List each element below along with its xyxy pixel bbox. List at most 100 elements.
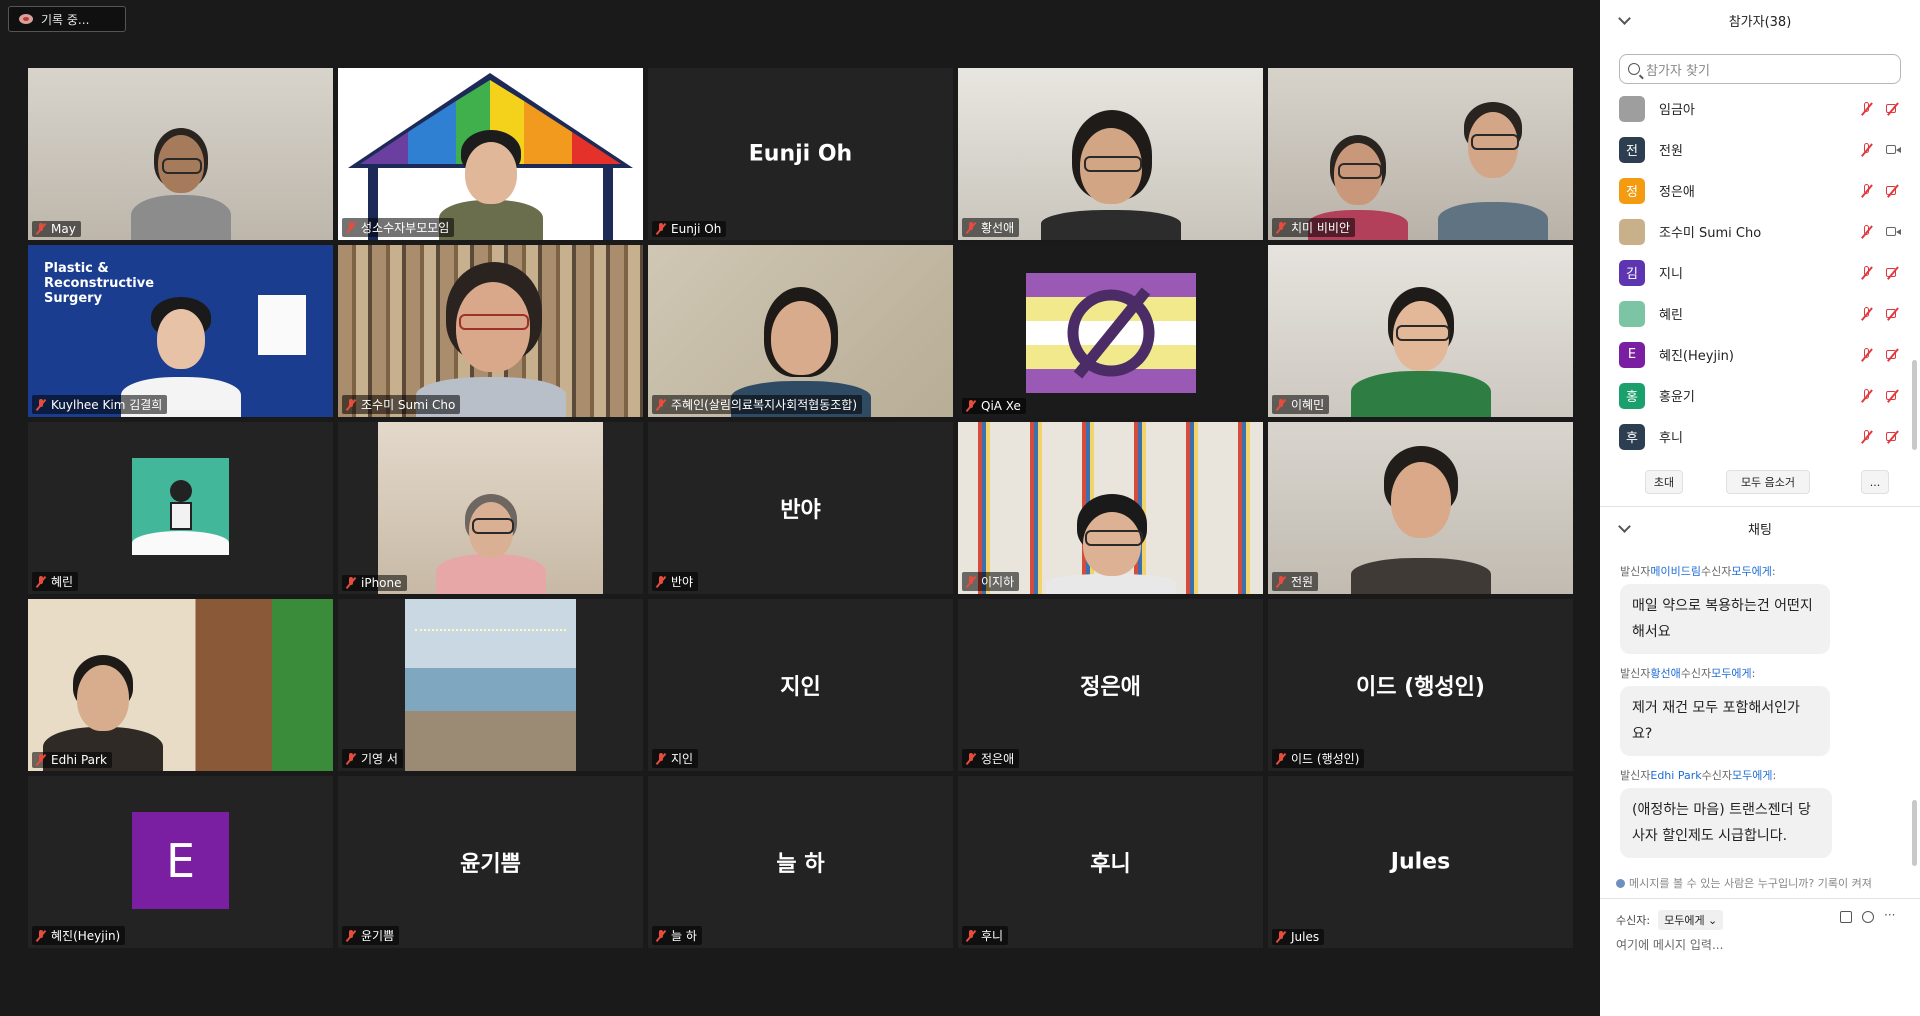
person-lock-icon <box>1616 878 1625 888</box>
message-bubble[interactable]: 제거 재건 모두 포함해서인가요? <box>1620 686 1830 756</box>
video-tile[interactable]: 정은애 정은애 <box>958 599 1263 771</box>
video-tile[interactable]: 반야 반야 <box>648 422 953 594</box>
video-tile[interactable]: 주혜인(살림의료복지사회적협동조합) <box>648 245 953 417</box>
muted-mic-icon[interactable] <box>1859 389 1875 403</box>
avatar <box>1619 300 1645 327</box>
muted-mic-icon[interactable] <box>1859 348 1875 362</box>
participant-name-display: Jules <box>1390 849 1451 875</box>
video-feed <box>28 599 333 771</box>
video-tile[interactable]: 전원 <box>1268 422 1573 594</box>
video-tile[interactable]: 조수미 Sumi Cho <box>338 245 643 417</box>
video-tile[interactable]: May <box>28 68 333 240</box>
video-tile[interactable]: 이혜민 <box>1268 245 1573 417</box>
chevron-down-icon[interactable] <box>1618 12 1631 25</box>
video-tile[interactable]: 기영 서 <box>338 599 643 771</box>
video-tile[interactable]: Plastic & Reconstructive Surgery Kuylhee… <box>28 245 333 417</box>
video-tile[interactable]: 이드 (행성인) 이드 (행성인) <box>1268 599 1573 771</box>
video-grid: May 성소수자부모모임 Eunji Oh Eunji Oh 황선애 치미 비비… <box>28 68 1573 948</box>
participant-name: 조수미 Sumi Cho <box>1659 226 1762 241</box>
avatar: 후 <box>1619 423 1645 450</box>
video-feed <box>958 68 1263 240</box>
camera-off-icon[interactable] <box>1885 266 1901 280</box>
muted-mic-icon[interactable] <box>1859 225 1875 239</box>
video-tile[interactable]: 윤기쁨 윤기쁨 <box>338 776 643 948</box>
more-options-icon[interactable]: ··· <box>1884 909 1896 923</box>
camera-on-icon[interactable] <box>1885 225 1901 239</box>
participants-header[interactable]: 참가자(38) <box>1600 0 1920 40</box>
participant-row[interactable]: 임금아 <box>1600 88 1920 129</box>
video-feed <box>958 245 1263 417</box>
participant-row[interactable]: 혜린 <box>1600 293 1920 334</box>
message-bubble[interactable]: (애정하는 마음) 트랜스젠더 당사자 할인제도 시급합니다. <box>1620 788 1832 858</box>
mute-all-button[interactable]: 모두 음소거 <box>1726 470 1810 494</box>
video-tile[interactable]: 후니 후니 <box>958 776 1263 948</box>
video-tile[interactable]: 늘 하 늘 하 <box>648 776 953 948</box>
participant-row[interactable]: 조수미 Sumi Cho <box>1600 211 1920 252</box>
muted-mic-icon[interactable] <box>1859 430 1875 444</box>
participant-name-display: 지인 <box>780 675 821 700</box>
participant-row[interactable]: 후 후니 <box>1600 416 1920 452</box>
avatar: E <box>1619 341 1645 368</box>
participant-name-label: 늘 하 <box>652 926 702 945</box>
participant-search-input[interactable]: 참가자 찾기 <box>1619 54 1901 84</box>
message-bubble[interactable]: 매일 약으로 복용하는건 어떤지해서요 <box>1620 584 1830 654</box>
video-tile[interactable]: Jules Jules <box>1268 776 1573 948</box>
participant-name-display: 반야 <box>780 498 821 523</box>
chat-scrollbar[interactable] <box>1912 800 1917 866</box>
participant-name-display: Eunji Oh <box>748 141 853 167</box>
emoji-icon[interactable] <box>1862 911 1874 923</box>
muted-mic-icon <box>1275 931 1287 943</box>
muted-mic-icon <box>35 398 47 411</box>
video-tile[interactable]: 황선애 <box>958 68 1263 240</box>
muted-mic-icon[interactable] <box>1859 184 1875 198</box>
muted-mic-icon[interactable] <box>1859 266 1875 280</box>
more-button[interactable]: ... <box>1861 470 1889 494</box>
recipient-dropdown[interactable]: 모두에게 ⌄ <box>1658 910 1724 930</box>
video-tile[interactable]: 지인 지인 <box>648 599 953 771</box>
participant-name-label: 윤기쁨 <box>342 926 400 945</box>
recording-indicator[interactable]: 기록 중... <box>8 6 126 32</box>
avatar: E <box>132 812 229 909</box>
video-tile[interactable]: Edhi Park <box>28 599 333 771</box>
video-tile[interactable]: 치미 비비안 <box>1268 68 1573 240</box>
video-tile[interactable]: Eunji Oh Eunji Oh <box>648 68 953 240</box>
muted-mic-icon[interactable] <box>1859 102 1875 116</box>
video-tile-active-speaker[interactable]: QiA Xe <box>958 245 1263 417</box>
participant-row[interactable]: 김 지니 <box>1600 252 1920 293</box>
participants-title: 참가자(38) <box>1728 14 1792 30</box>
video-tile[interactable]: E 혜진(Heyjin) <box>28 776 333 948</box>
chat-message-input[interactable]: 여기에 메시지 입력... <box>1616 936 1723 953</box>
panel-divider <box>1600 898 1920 899</box>
video-tile[interactable]: 성소수자부모모임 <box>338 68 643 240</box>
participant-row[interactable]: 전 전원 <box>1600 129 1920 170</box>
participant-row[interactable]: 홍 홍윤기 <box>1600 375 1920 416</box>
file-icon[interactable] <box>1840 911 1852 923</box>
camera-on-icon[interactable] <box>1885 143 1901 157</box>
camera-off-icon[interactable] <box>1885 389 1901 403</box>
video-tile[interactable]: 혜린 <box>28 422 333 594</box>
participant-row[interactable]: 정 정은애 <box>1600 170 1920 211</box>
video-tile[interactable]: 이지하 <box>958 422 1263 594</box>
camera-off-icon[interactable] <box>1885 307 1901 321</box>
chat-header[interactable]: 채팅 <box>1600 508 1920 548</box>
invite-button[interactable]: 초대 <box>1645 470 1683 494</box>
participant-name-label: 성소수자부모모임 <box>342 218 455 237</box>
participant-name-label: 조수미 Sumi Cho <box>342 395 461 414</box>
participant-list-scrollbar[interactable] <box>1912 360 1917 450</box>
video-tile[interactable]: iPhone <box>338 422 643 594</box>
camera-off-icon[interactable] <box>1885 184 1901 198</box>
muted-mic-icon[interactable] <box>1859 143 1875 157</box>
camera-off-icon[interactable] <box>1885 348 1901 362</box>
side-panel: 참가자(38) 참가자 찾기 임금아 전 전원 정 정은애 조수미 Sumi C… <box>1600 0 1920 1016</box>
muted-mic-icon <box>655 575 667 588</box>
muted-mic-icon[interactable] <box>1859 307 1875 321</box>
visibility-notice[interactable]: 메시지를 볼 수 있는 사람은 누구입니까? 기록이 켜져 <box>1616 875 1916 891</box>
camera-off-icon[interactable] <box>1885 102 1901 116</box>
muted-mic-icon <box>655 929 667 942</box>
participant-row[interactable]: E 혜진(Heyjin) <box>1600 334 1920 375</box>
participant-name: 지니 <box>1659 267 1683 282</box>
muted-mic-icon <box>655 752 667 765</box>
chevron-down-icon[interactable] <box>1618 520 1631 533</box>
camera-off-icon[interactable] <box>1885 430 1901 444</box>
avatar: 정 <box>1619 177 1645 204</box>
